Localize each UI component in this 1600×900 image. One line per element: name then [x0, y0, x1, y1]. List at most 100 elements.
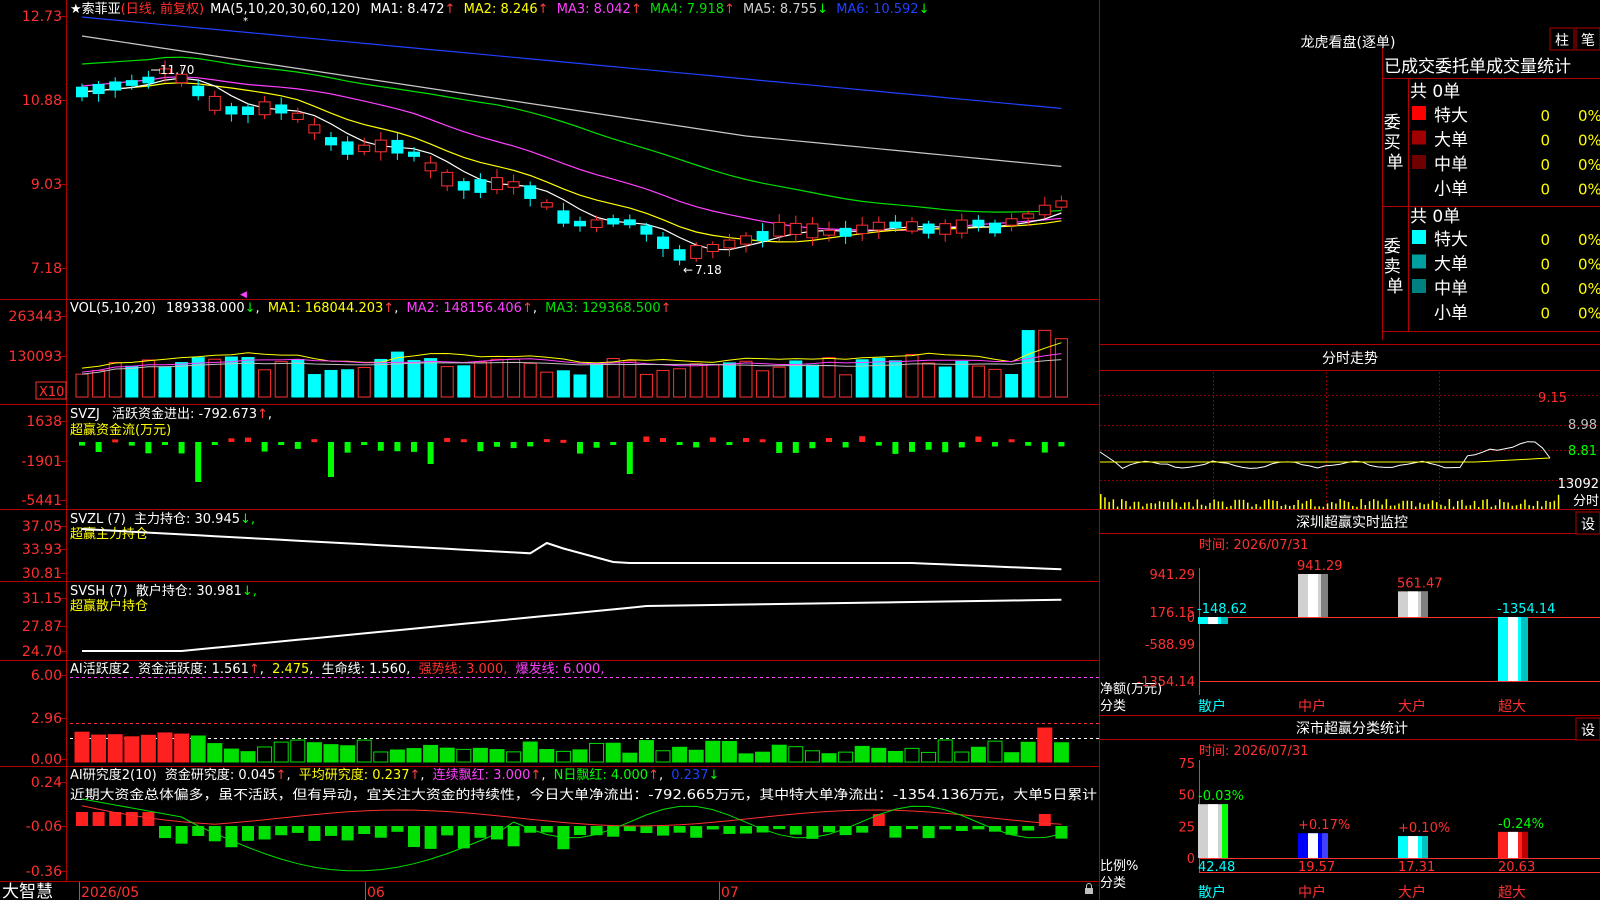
fund-flow-bar[interactable]: [875, 442, 882, 446]
candle[interactable]: [308, 124, 321, 134]
activity-bar[interactable]: [439, 747, 455, 763]
volume-bar[interactable]: [706, 364, 720, 398]
candle[interactable]: [325, 137, 337, 146]
research-bar[interactable]: [789, 826, 802, 835]
activity-bar[interactable]: [638, 740, 654, 763]
fund-flow-bar[interactable]: [79, 442, 85, 446]
monitor-bar[interactable]: [1298, 574, 1328, 617]
volume-bar[interactable]: [175, 362, 189, 398]
fund-flow-bar[interactable]: [892, 442, 899, 454]
research-bar[interactable]: [374, 826, 387, 838]
candle[interactable]: [125, 80, 138, 86]
activity-bar[interactable]: [506, 751, 522, 763]
fund-flow-bar[interactable]: [543, 439, 550, 443]
candle[interactable]: [823, 229, 835, 236]
sz-class-chart[interactable]: 75 50 25 0 -0.03% 42.48 散户 +0.17% 19.57 中户 +0.10% 1…: [1178, 757, 1600, 900]
activity-bar[interactable]: [323, 744, 339, 763]
fund-flow-bar[interactable]: [444, 438, 451, 442]
fund-flow-bar[interactable]: [693, 442, 700, 448]
volume-bar[interactable]: [224, 356, 238, 398]
fund-flow-bar[interactable]: [162, 442, 168, 445]
candle[interactable]: [524, 185, 537, 199]
research-bar[interactable]: [341, 826, 354, 841]
fund-flow-bar[interactable]: [909, 442, 915, 452]
activity-bar[interactable]: [1004, 752, 1020, 763]
candle[interactable]: [640, 225, 653, 235]
activity-bar[interactable]: [1037, 727, 1053, 763]
activity-bar[interactable]: [140, 734, 156, 763]
fund-flow-bar[interactable]: [643, 436, 650, 442]
lock-icon[interactable]: [1085, 883, 1093, 895]
volume-bar[interactable]: [1054, 338, 1068, 398]
volume-bar[interactable]: [341, 369, 355, 398]
activity-bar[interactable]: [705, 740, 721, 763]
activity-bar[interactable]: [954, 751, 970, 763]
research-bar[interactable]: [972, 826, 985, 830]
activity-bar[interactable]: [472, 747, 488, 763]
candle[interactable]: [391, 139, 404, 154]
research-bar[interactable]: [590, 826, 603, 836]
activity-bar[interactable]: [489, 749, 505, 763]
activity-bar[interactable]: [970, 746, 986, 763]
fund-flow-bar[interactable]: [610, 442, 617, 445]
candle[interactable]: [939, 223, 952, 235]
activity-bar[interactable]: [157, 732, 173, 763]
research-bar[interactable]: [740, 826, 752, 834]
activity-bar[interactable]: [1053, 742, 1069, 763]
fund-flow-bar[interactable]: [278, 442, 285, 445]
candle[interactable]: [889, 221, 902, 229]
research-bar[interactable]: [823, 826, 835, 833]
fund-flow-bar[interactable]: [792, 442, 799, 453]
candle[interactable]: [989, 222, 1001, 234]
volume-bar[interactable]: [971, 365, 985, 398]
research-bar[interactable]: [1038, 814, 1051, 826]
volume-bar[interactable]: [789, 360, 803, 398]
volume-bar[interactable]: [92, 369, 106, 398]
volume-bar[interactable]: [457, 365, 471, 398]
fund-flow-bar[interactable]: [228, 438, 235, 442]
activity-bar[interactable]: [887, 750, 903, 763]
activity-bar[interactable]: [539, 749, 555, 763]
candle[interactable]: [540, 202, 553, 208]
candle[interactable]: [623, 219, 636, 226]
candle[interactable]: [275, 104, 288, 114]
fund-flow-bar[interactable]: [460, 439, 467, 443]
volume-bar[interactable]: [407, 360, 421, 398]
fenshi-chart[interactable]: [1099, 441, 1560, 509]
fund-flow-bar[interactable]: [958, 442, 965, 448]
fund-flow-bar[interactable]: [709, 437, 716, 442]
candle[interactable]: [109, 81, 122, 91]
research-bar[interactable]: [773, 826, 786, 830]
fund-flow-bar[interactable]: [676, 442, 683, 445]
activity-bar[interactable]: [257, 746, 273, 763]
monitor-bar[interactable]: [1198, 617, 1228, 625]
volume-bar[interactable]: [955, 360, 969, 398]
volume-bar[interactable]: [1038, 329, 1052, 398]
fund-flow-bar[interactable]: [112, 439, 119, 443]
research-bar[interactable]: [275, 826, 288, 836]
candle[interactable]: [607, 218, 620, 225]
fund-flow-bar[interactable]: [361, 442, 368, 445]
candle[interactable]: [657, 236, 669, 249]
candle[interactable]: [92, 83, 105, 95]
fund-flow-bar[interactable]: [195, 442, 202, 482]
volume-bar[interactable]: [623, 360, 637, 398]
volume-bar[interactable]: [839, 374, 853, 398]
candle[interactable]: [291, 112, 304, 120]
candle[interactable]: [258, 101, 271, 116]
sz-monitor-chart[interactable]: 941.29176.150-588.99-1354.14-148.62散户941…: [1137, 559, 1600, 715]
activity-bar[interactable]: [655, 750, 671, 763]
activity-bar[interactable]: [290, 739, 306, 763]
activity-bar[interactable]: [904, 747, 920, 763]
research-bar[interactable]: [706, 826, 719, 830]
candle[interactable]: [474, 179, 487, 193]
fund-flow-bar[interactable]: [1025, 442, 1032, 446]
activity-bar[interactable]: [721, 741, 737, 763]
candle[interactable]: [491, 177, 503, 191]
research-bar[interactable]: [574, 826, 586, 836]
activity-bar[interactable]: [406, 748, 422, 763]
research-bar[interactable]: [258, 826, 271, 840]
fund-flow-bar[interactable]: [527, 442, 534, 447]
fund-flow-bar[interactable]: [394, 442, 401, 452]
fund-flow-bar[interactable]: [1008, 439, 1015, 443]
